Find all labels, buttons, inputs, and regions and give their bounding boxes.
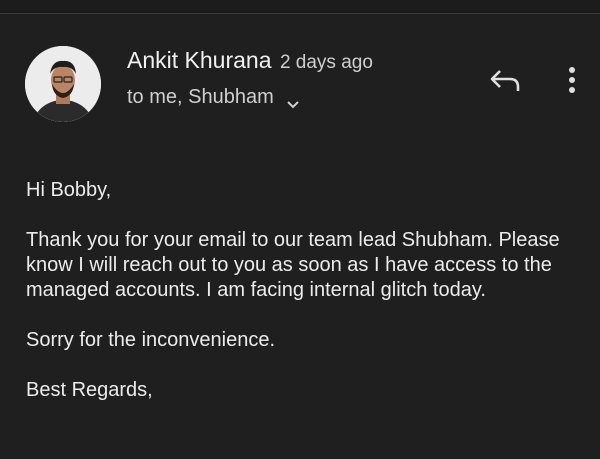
recipients-text: to me, Shubham	[127, 86, 274, 108]
greeting: Hi Bobby,	[26, 179, 112, 201]
message-body: Hi Bobby, Thank you for your email to ou…	[26, 178, 586, 428]
avatar-image	[25, 46, 101, 122]
reply-button[interactable]	[488, 65, 524, 95]
closing: Best Regards,	[26, 379, 153, 401]
sender-name[interactable]: Ankit Khurana	[127, 47, 271, 73]
top-divider	[0, 0, 600, 14]
chevron-down-icon	[286, 93, 300, 108]
more-options-button[interactable]	[558, 64, 586, 96]
body-paragraph-2: Sorry for the inconvenience.	[26, 329, 276, 351]
sender-avatar[interactable]	[25, 46, 101, 122]
body-paragraph-1: Thank you for your email to our team lea…	[26, 229, 560, 301]
sender-line: Ankit Khurana 2 days ago	[127, 47, 373, 74]
message-header: Ankit Khurana 2 days ago to me, Shubham	[0, 14, 600, 134]
more-vert-icon	[569, 67, 575, 93]
reply-icon	[490, 70, 520, 91]
sent-time: 2 days ago	[279, 52, 373, 73]
recipients-toggle[interactable]: to me, Shubham	[127, 86, 300, 109]
